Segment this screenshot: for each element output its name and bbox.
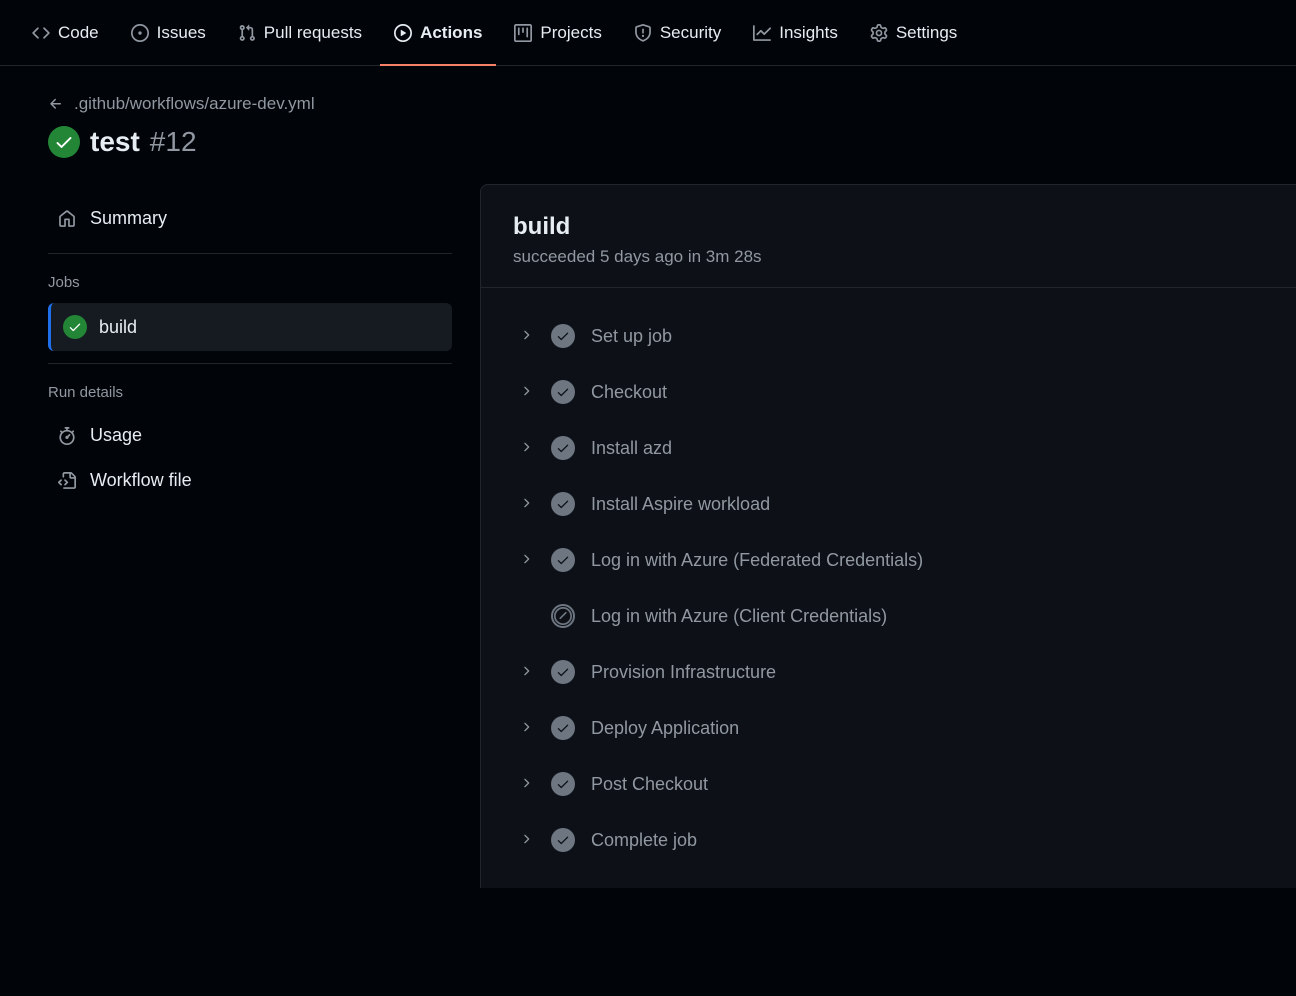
chevron-right-icon <box>519 328 535 344</box>
actions-icon <box>394 24 412 42</box>
step-status-success-icon <box>551 772 575 796</box>
step-item[interactable]: Log in with Azure (Federated Credentials… <box>501 532 1276 588</box>
nav-pull-requests-label: Pull requests <box>264 23 362 43</box>
insights-icon <box>753 24 771 42</box>
nav-code[interactable]: Code <box>16 15 115 51</box>
nav-security[interactable]: Security <box>618 15 737 51</box>
nav-issues[interactable]: Issues <box>115 15 222 51</box>
detail-header: build succeeded 5 days ago in 3m 28s <box>481 185 1296 288</box>
sidebar-workflow-file[interactable]: Workflow file <box>48 458 452 503</box>
step-item[interactable]: Provision Infrastructure <box>501 644 1276 700</box>
run-name: test <box>90 126 140 158</box>
jobs-heading: Jobs <box>48 266 452 303</box>
workflow-run-header: .github/workflows/azure-dev.yml test #12 <box>0 66 1296 178</box>
run-title: test #12 <box>48 126 1248 158</box>
step-item[interactable]: Complete job <box>501 812 1276 868</box>
step-name: Set up job <box>591 326 672 347</box>
sidebar-summary[interactable]: Summary <box>48 196 452 241</box>
step-name: Provision Infrastructure <box>591 662 776 683</box>
step-item[interactable]: Install Aspire workload <box>501 476 1276 532</box>
nav-projects[interactable]: Projects <box>498 15 617 51</box>
step-status-success-icon <box>551 436 575 460</box>
step-name: Complete job <box>591 830 697 851</box>
step-status-skipped-icon <box>551 604 575 628</box>
step-name: Log in with Azure (Federated Credentials… <box>591 550 923 571</box>
nav-insights[interactable]: Insights <box>737 15 854 51</box>
top-navigation: Code Issues Pull requests Actions Projec… <box>0 0 1296 66</box>
projects-icon <box>514 24 532 42</box>
job-item-build[interactable]: build <box>48 303 452 351</box>
step-status-success-icon <box>551 492 575 516</box>
nav-projects-label: Projects <box>540 23 601 43</box>
step-name: Post Checkout <box>591 774 708 795</box>
sidebar-divider <box>48 363 452 364</box>
job-status-success-icon <box>63 315 87 339</box>
nav-security-label: Security <box>660 23 721 43</box>
chevron-right-icon <box>519 832 535 848</box>
nav-settings-label: Settings <box>896 23 957 43</box>
chevron-right-icon <box>519 384 535 400</box>
step-status-success-icon <box>551 716 575 740</box>
chevron-right-icon <box>519 664 535 680</box>
code-icon <box>32 24 50 42</box>
step-name: Install azd <box>591 438 672 459</box>
nav-settings[interactable]: Settings <box>854 15 973 51</box>
steps-list: Set up job Checkout Install azd Install … <box>481 288 1296 888</box>
sidebar-summary-label: Summary <box>90 208 167 229</box>
step-status-success-icon <box>551 548 575 572</box>
sidebar-usage-label: Usage <box>90 425 142 446</box>
job-name: build <box>99 317 137 338</box>
nav-code-label: Code <box>58 23 99 43</box>
step-status-success-icon <box>551 380 575 404</box>
chevron-right-icon <box>519 440 535 456</box>
back-arrow-icon <box>48 96 64 112</box>
step-item[interactable]: Log in with Azure (Client Credentials) <box>501 588 1276 644</box>
nav-pull-requests[interactable]: Pull requests <box>222 15 378 51</box>
step-name: Install Aspire workload <box>591 494 770 515</box>
step-item[interactable]: Checkout <box>501 364 1276 420</box>
step-name: Checkout <box>591 382 667 403</box>
breadcrumb-path: .github/workflows/azure-dev.yml <box>74 94 315 114</box>
main-content: Summary Jobs build Run details Usage Wor… <box>0 178 1296 888</box>
step-status-success-icon <box>551 828 575 852</box>
nav-actions-label: Actions <box>420 23 482 43</box>
detail-title: build <box>513 213 1264 241</box>
pull-requests-icon <box>238 24 256 42</box>
run-number: #12 <box>150 126 197 158</box>
detail-subtitle: succeeded 5 days ago in 3m 28s <box>513 247 1264 267</box>
run-details-heading: Run details <box>48 376 452 413</box>
chevron-right-icon <box>519 720 535 736</box>
sidebar-workflow-file-label: Workflow file <box>90 470 192 491</box>
step-item[interactable]: Set up job <box>501 308 1276 364</box>
sidebar-divider <box>48 253 452 254</box>
chevron-right-icon <box>519 552 535 568</box>
detail-panel: build succeeded 5 days ago in 3m 28s Set… <box>480 184 1296 888</box>
nav-issues-label: Issues <box>157 23 206 43</box>
sidebar-usage[interactable]: Usage <box>48 413 452 458</box>
chevron-right-icon <box>519 496 535 512</box>
step-status-success-icon <box>551 324 575 348</box>
settings-icon <box>870 24 888 42</box>
chevron-right-icon <box>519 776 535 792</box>
step-item[interactable]: Post Checkout <box>501 756 1276 812</box>
step-name: Deploy Application <box>591 718 739 739</box>
nav-insights-label: Insights <box>779 23 838 43</box>
sidebar: Summary Jobs build Run details Usage Wor… <box>20 178 480 888</box>
nav-actions[interactable]: Actions <box>378 15 498 51</box>
step-item[interactable]: Install azd <box>501 420 1276 476</box>
status-success-icon <box>48 126 80 158</box>
step-status-success-icon <box>551 660 575 684</box>
issues-icon <box>131 24 149 42</box>
breadcrumb[interactable]: .github/workflows/azure-dev.yml <box>48 94 1248 114</box>
step-name: Log in with Azure (Client Credentials) <box>591 606 887 627</box>
step-item[interactable]: Deploy Application <box>501 700 1276 756</box>
security-icon <box>634 24 652 42</box>
